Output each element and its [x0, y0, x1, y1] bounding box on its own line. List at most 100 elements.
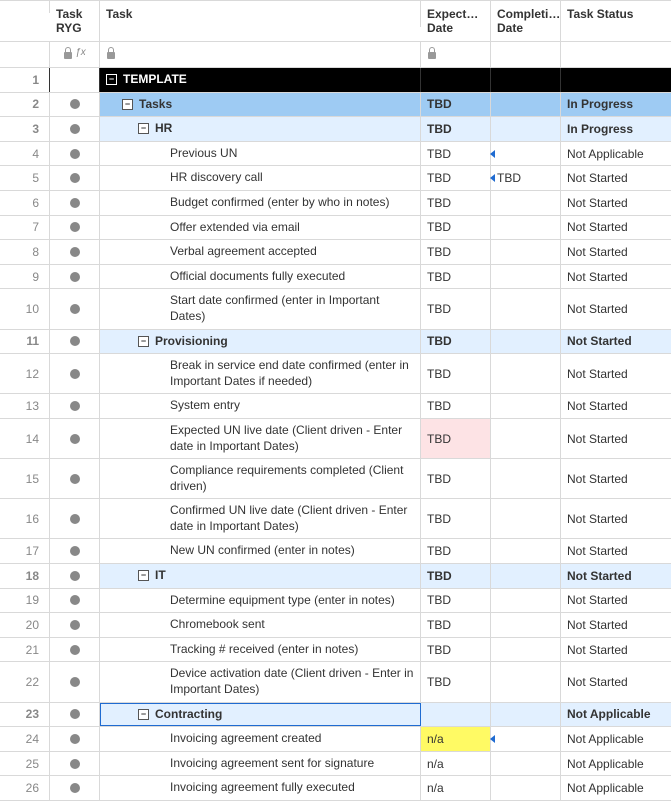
ryg-cell[interactable]	[50, 776, 100, 800]
table-row[interactable]: 15Compliance requirements completed (Cli…	[0, 459, 671, 499]
table-row[interactable]: 1−TEMPLATE	[0, 68, 671, 93]
expected-date-cell[interactable]: TBD	[421, 499, 491, 538]
table-row[interactable]: 12Break in service end date confirmed (e…	[0, 354, 671, 394]
completion-date-cell[interactable]	[491, 564, 561, 588]
completion-date-cell[interactable]	[491, 191, 561, 215]
status-cell[interactable]: Not Started	[561, 499, 671, 538]
task-cell[interactable]: System entry	[100, 394, 421, 418]
status-cell[interactable]: Not Applicable	[561, 752, 671, 776]
task-cell[interactable]: Break in service end date confirmed (ent…	[100, 354, 421, 393]
task-cell[interactable]: HR discovery call	[100, 166, 421, 190]
completion-date-cell[interactable]	[491, 638, 561, 662]
completion-date-cell[interactable]	[491, 662, 561, 701]
completion-date-cell[interactable]	[491, 499, 561, 538]
table-row[interactable]: 4 Previous UNTBD Not Applicable	[0, 142, 671, 167]
ryg-cell[interactable]	[50, 216, 100, 240]
table-row[interactable]: 20Chromebook sentTBDNot Started	[0, 613, 671, 638]
status-cell[interactable]: In Progress	[561, 117, 671, 141]
task-cell[interactable]: Invoicing agreement fully executed	[100, 776, 421, 800]
task-cell[interactable]: Start date confirmed (enter in Important…	[100, 289, 421, 328]
task-cell[interactable]: Offer extended via email	[100, 216, 421, 240]
status-cell[interactable]: Not Started	[561, 662, 671, 701]
column-header-num[interactable]	[0, 1, 50, 13]
row-number[interactable]: 13	[0, 394, 50, 418]
task-cell[interactable]: Compliance requirements completed (Clien…	[100, 459, 421, 498]
task-cell[interactable]: Official documents fully executed	[100, 265, 421, 289]
task-cell[interactable]: New UN confirmed (enter in notes)	[100, 539, 421, 563]
completion-date-cell[interactable]	[491, 68, 561, 92]
completion-date-cell[interactable]	[491, 589, 561, 613]
completion-date-cell[interactable]	[491, 752, 561, 776]
status-cell[interactable]: In Progress	[561, 93, 671, 117]
completion-date-cell[interactable]	[491, 142, 561, 166]
ryg-cell[interactable]	[50, 727, 100, 751]
task-cell[interactable]: −Provisioning	[100, 330, 421, 354]
row-number[interactable]: 21	[0, 638, 50, 662]
expected-date-cell[interactable]: TBD	[421, 289, 491, 328]
status-cell[interactable]: Not Applicable	[561, 776, 671, 800]
expected-date-cell[interactable]: TBD	[421, 539, 491, 563]
ryg-cell[interactable]	[50, 330, 100, 354]
task-cell[interactable]: Previous UN	[100, 142, 421, 166]
expected-date-cell[interactable]: TBD	[421, 459, 491, 498]
ryg-cell[interactable]	[50, 142, 100, 166]
collapse-toggle-icon[interactable]: −	[122, 99, 133, 110]
row-number[interactable]: 4	[0, 142, 50, 166]
table-row[interactable]: 23−ContractingNot Applicable	[0, 703, 671, 728]
table-row[interactable]: 3−HRTBDIn Progress	[0, 117, 671, 142]
table-row[interactable]: 6Budget confirmed (enter by who in notes…	[0, 191, 671, 216]
task-cell[interactable]: −HR	[100, 117, 421, 141]
table-row[interactable]: 19Determine equipment type (enter in not…	[0, 589, 671, 614]
completion-date-cell[interactable]	[491, 240, 561, 264]
row-number[interactable]: 19	[0, 589, 50, 613]
expected-date-cell[interactable]: TBD	[421, 142, 491, 166]
row-number[interactable]: 23	[0, 703, 50, 727]
ryg-cell[interactable]	[50, 240, 100, 264]
status-cell[interactable]: Not Applicable	[561, 142, 671, 166]
expected-date-cell[interactable]: TBD	[421, 589, 491, 613]
table-row[interactable]: 9Official documents fully executedTBDNot…	[0, 265, 671, 290]
expected-date-cell[interactable]: TBD	[421, 354, 491, 393]
task-cell[interactable]: Invoicing agreement created	[100, 727, 421, 751]
expected-date-cell[interactable]: n/a	[421, 776, 491, 800]
status-cell[interactable]: Not Started	[561, 191, 671, 215]
ryg-cell[interactable]	[50, 613, 100, 637]
ryg-cell[interactable]	[50, 419, 100, 458]
expected-date-cell[interactable]: TBD	[421, 191, 491, 215]
expected-date-cell[interactable]: TBD	[421, 662, 491, 701]
row-number[interactable]: 24	[0, 727, 50, 751]
collapse-toggle-icon[interactable]: −	[138, 336, 149, 347]
row-number[interactable]: 2	[0, 93, 50, 117]
task-cell[interactable]: Expected UN live date (Client driven - E…	[100, 419, 421, 458]
table-row[interactable]: 16Confirmed UN live date (Client driven …	[0, 499, 671, 539]
completion-date-cell[interactable]	[491, 354, 561, 393]
expected-date-cell[interactable]: TBD	[421, 216, 491, 240]
task-cell[interactable]: −TEMPLATE	[100, 68, 421, 92]
status-cell[interactable]: Not Applicable	[561, 703, 671, 727]
table-row[interactable]: 22Device activation date (Client driven …	[0, 662, 671, 702]
status-cell[interactable]: Not Started	[561, 539, 671, 563]
expected-date-cell[interactable]	[421, 703, 491, 727]
ryg-cell[interactable]	[50, 394, 100, 418]
expected-date-cell[interactable]: TBD	[421, 265, 491, 289]
ryg-cell[interactable]	[50, 564, 100, 588]
table-row[interactable]: 17New UN confirmed (enter in notes)TBDNo…	[0, 539, 671, 564]
row-number[interactable]: 14	[0, 419, 50, 458]
status-cell[interactable]: Not Started	[561, 354, 671, 393]
ryg-cell[interactable]	[50, 752, 100, 776]
row-number[interactable]: 10	[0, 289, 50, 328]
expected-date-cell[interactable]: TBD	[421, 93, 491, 117]
row-number[interactable]: 9	[0, 265, 50, 289]
row-number[interactable]: 20	[0, 613, 50, 637]
status-cell[interactable]	[561, 68, 671, 92]
row-number[interactable]: 3	[0, 117, 50, 141]
ryg-cell[interactable]	[50, 459, 100, 498]
expected-date-cell[interactable]: TBD	[421, 564, 491, 588]
status-cell[interactable]: Not Started	[561, 638, 671, 662]
column-header-expected-date[interactable]: Expect… Date	[421, 1, 491, 41]
row-number[interactable]: 7	[0, 216, 50, 240]
task-cell[interactable]: Chromebook sent	[100, 613, 421, 637]
ryg-cell[interactable]	[50, 166, 100, 190]
expected-date-cell[interactable]: TBD	[421, 419, 491, 458]
task-cell[interactable]: Budget confirmed (enter by who in notes)	[100, 191, 421, 215]
